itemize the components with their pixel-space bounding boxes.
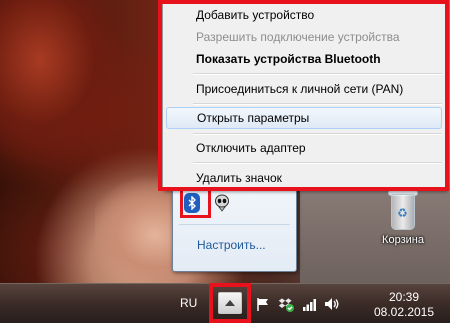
menu-separator bbox=[193, 73, 442, 75]
menu-separator bbox=[193, 162, 442, 164]
language-indicator[interactable]: RU bbox=[180, 296, 197, 310]
menu-item-allow-connection[interactable]: Разрешить подключение устройства bbox=[166, 26, 442, 48]
recycle-bin-icon: ♻ bbox=[385, 186, 421, 232]
dropbox-sync-icon[interactable] bbox=[278, 296, 294, 312]
customize-link[interactable]: Настроить... bbox=[197, 238, 266, 252]
wallpaper-hair bbox=[0, 0, 160, 200]
menu-separator bbox=[193, 103, 442, 105]
menu-item-open-settings[interactable]: Открыть параметры bbox=[166, 107, 442, 129]
recycle-bin-label: Корзина bbox=[382, 234, 424, 246]
network-signal-icon[interactable] bbox=[302, 296, 318, 312]
menu-item-disable-adapter[interactable]: Отключить адаптер bbox=[166, 137, 442, 159]
menu-separator bbox=[193, 133, 442, 135]
show-hidden-icons-highlight bbox=[209, 283, 251, 323]
menu-item-remove-icon[interactable]: Удалить значок bbox=[166, 167, 442, 189]
menu-item-add-device[interactable]: Добавить устройство bbox=[166, 4, 442, 26]
bluetooth-icon-highlight bbox=[180, 188, 211, 218]
clock-time: 20:39 bbox=[388, 290, 420, 304]
clock-date: 08.02.2015 bbox=[373, 305, 435, 319]
recycle-bin[interactable]: ♻ Корзина bbox=[370, 186, 436, 246]
tray-popup-separator bbox=[179, 224, 290, 225]
taskbar-clock[interactable]: 20:39 08.02.2015 bbox=[372, 290, 436, 320]
volume-icon[interactable] bbox=[324, 296, 340, 312]
bluetooth-context-menu: Добавить устройство Разрешить подключени… bbox=[162, 0, 446, 190]
alien-skull-icon[interactable] bbox=[211, 192, 233, 214]
menu-item-join-pan[interactable]: Присоединиться к личной сети (PAN) bbox=[166, 78, 442, 100]
menu-item-show-bluetooth-devices[interactable]: Показать устройства Bluetooth bbox=[166, 48, 442, 70]
action-center-flag-icon[interactable] bbox=[255, 296, 271, 312]
